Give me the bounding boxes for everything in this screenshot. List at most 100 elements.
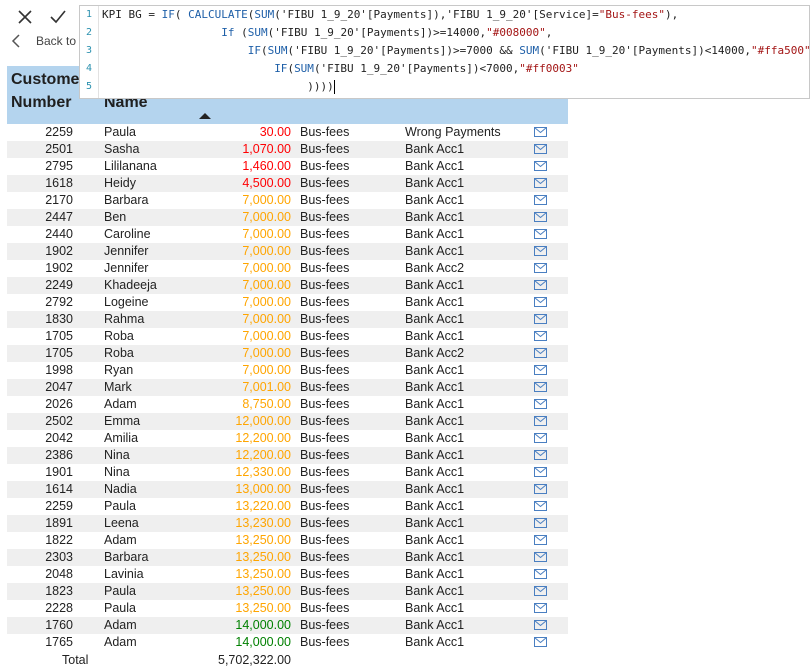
mail-icon[interactable] <box>534 280 547 290</box>
mail-icon[interactable] <box>534 586 547 596</box>
mail-icon[interactable] <box>534 603 547 613</box>
mail-icon[interactable] <box>534 297 547 307</box>
table-row[interactable]: 2259 Paula 13,220.00 Bus-fees Bank Acc1 <box>7 498 568 515</box>
table-row[interactable]: 2026 Adam 8,750.00 Bus-fees Bank Acc1 <box>7 396 568 413</box>
table-row[interactable]: 1901 Nina 12,330.00 Bus-fees Bank Acc1 <box>7 464 568 481</box>
payment-cell: 7,000.00 <box>242 346 291 360</box>
name-cell: Adam <box>104 618 137 632</box>
service-cell: Bus-fees <box>300 533 350 547</box>
account-cell: Bank Acc1 <box>405 516 465 530</box>
table-row[interactable]: 1765 Adam 14,000.00 Bus-fees Bank Acc1 <box>7 634 568 651</box>
back-label: Back to <box>36 34 77 48</box>
mail-icon[interactable] <box>534 144 547 154</box>
customer-number-cell: 1614 <box>45 482 73 496</box>
mail-icon[interactable] <box>534 467 547 477</box>
mail-icon[interactable] <box>534 365 547 375</box>
account-cell: Bank Acc2 <box>405 346 465 360</box>
account-cell: Bank Acc1 <box>405 618 465 632</box>
mail-icon[interactable] <box>534 518 547 528</box>
name-cell: Nina <box>104 465 130 479</box>
formula-editor[interactable]: 1 2 3 4 5 KPI BG = IF( CALCULATE(SUM('FI… <box>79 5 810 99</box>
mail-icon[interactable] <box>534 416 547 426</box>
code-line-1: KPI BG = IF( CALCULATE(SUM('FIBU 1_9_20'… <box>102 8 679 21</box>
cancel-formula-button[interactable] <box>12 4 38 30</box>
table-row[interactable]: 2440 Caroline 7,000.00 Bus-fees Bank Acc1 <box>7 226 568 243</box>
mail-icon[interactable] <box>534 552 547 562</box>
mail-icon[interactable] <box>534 178 547 188</box>
name-cell: Roba <box>104 329 134 343</box>
formula-code[interactable]: KPI BG = IF( CALCULATE(SUM('FIBU 1_9_20'… <box>102 6 810 96</box>
service-cell: Bus-fees <box>300 125 350 139</box>
account-cell: Bank Acc1 <box>405 159 465 173</box>
mail-icon[interactable] <box>534 246 547 256</box>
payment-cell: 7,000.00 <box>242 193 291 207</box>
mail-icon[interactable] <box>534 348 547 358</box>
table-row[interactable]: 1823 Paula 13,250.00 Bus-fees Bank Acc1 <box>7 583 568 600</box>
commit-formula-button[interactable] <box>45 4 71 30</box>
payment-cell: 13,230.00 <box>235 516 291 530</box>
table-row[interactable]: 2042 Amilia 12,200.00 Bus-fees Bank Acc1 <box>7 430 568 447</box>
name-cell: Heidy <box>104 176 136 190</box>
mail-icon[interactable] <box>534 399 547 409</box>
mail-icon[interactable] <box>534 535 547 545</box>
payment-cell: 12,330.00 <box>235 465 291 479</box>
mail-icon[interactable] <box>534 331 547 341</box>
account-cell: Bank Acc1 <box>405 601 465 615</box>
table-row[interactable]: 2170 Barbara 7,000.00 Bus-fees Bank Acc1 <box>7 192 568 209</box>
account-cell: Bank Acc1 <box>405 584 465 598</box>
mail-icon[interactable] <box>534 484 547 494</box>
table-row[interactable]: 2228 Paula 13,250.00 Bus-fees Bank Acc1 <box>7 600 568 617</box>
name-cell: Nadia <box>104 482 137 496</box>
table-row[interactable]: 1902 Jennifer 7,000.00 Bus-fees Bank Acc1 <box>7 243 568 260</box>
mail-icon[interactable] <box>534 637 547 647</box>
payment-cell: 13,220.00 <box>235 499 291 513</box>
code-line-4: IF(SUM('FIBU 1_9_20'[Payments])<7000,"#f… <box>274 62 579 75</box>
table-row[interactable]: 1830 Rahma 7,000.00 Bus-fees Bank Acc1 <box>7 311 568 328</box>
customer-number-cell: 1705 <box>45 346 73 360</box>
mail-icon[interactable] <box>534 212 547 222</box>
name-cell: Paula <box>104 499 136 513</box>
service-cell: Bus-fees <box>300 380 350 394</box>
payment-cell: 1,460.00 <box>242 159 291 173</box>
table-row[interactable]: 1614 Nadia 13,000.00 Bus-fees Bank Acc1 <box>7 481 568 498</box>
mail-icon[interactable] <box>534 433 547 443</box>
mail-icon[interactable] <box>534 263 547 273</box>
mail-icon[interactable] <box>534 501 547 511</box>
mail-icon[interactable] <box>534 569 547 579</box>
mail-icon[interactable] <box>534 314 547 324</box>
table-row[interactable]: 2447 Ben 7,000.00 Bus-fees Bank Acc1 <box>7 209 568 226</box>
table-row[interactable]: 1998 Ryan 7,000.00 Bus-fees Bank Acc1 <box>7 362 568 379</box>
table-row[interactable]: 1760 Adam 14,000.00 Bus-fees Bank Acc1 <box>7 617 568 634</box>
table-row[interactable]: 1618 Heidy 4,500.00 Bus-fees Bank Acc1 <box>7 175 568 192</box>
table-row[interactable]: 2259 Paula 30.00 Bus-fees Wrong Payments <box>7 124 568 141</box>
table-row[interactable]: 1705 Roba 7,000.00 Bus-fees Bank Acc1 <box>7 328 568 345</box>
customer-number-cell: 1998 <box>45 363 73 377</box>
table-row[interactable]: 1705 Roba 7,000.00 Bus-fees Bank Acc2 <box>7 345 568 362</box>
mail-icon[interactable] <box>534 127 547 137</box>
table-row[interactable]: 2303 Barbara 13,250.00 Bus-fees Bank Acc1 <box>7 549 568 566</box>
table-row[interactable]: 2048 Lavinia 13,250.00 Bus-fees Bank Acc1 <box>7 566 568 583</box>
table-row[interactable]: 2386 Nina 12,200.00 Bus-fees Bank Acc1 <box>7 447 568 464</box>
mail-icon[interactable] <box>534 229 547 239</box>
mail-icon[interactable] <box>534 450 547 460</box>
table-row[interactable]: 2502 Emma 12,000.00 Bus-fees Bank Acc1 <box>7 413 568 430</box>
service-cell: Bus-fees <box>300 550 350 564</box>
payment-cell: 14,000.00 <box>235 618 291 632</box>
table-row[interactable]: 1902 Jennifer 7,000.00 Bus-fees Bank Acc2 <box>7 260 568 277</box>
mail-icon[interactable] <box>534 382 547 392</box>
mail-icon[interactable] <box>534 620 547 630</box>
back-to-report-link[interactable]: Back to <box>10 30 76 52</box>
name-cell: Roba <box>104 346 134 360</box>
table-row[interactable]: 2047 Mark 7,001.00 Bus-fees Bank Acc1 <box>7 379 568 396</box>
name-cell: Emma <box>104 414 141 428</box>
column-header-customer-number[interactable]: Custome Number <box>11 68 85 114</box>
mail-icon[interactable] <box>534 195 547 205</box>
table-row[interactable]: 2501 Sasha 1,070.00 Bus-fees Bank Acc1 <box>7 141 568 158</box>
table-row[interactable]: 2795 Lililanana 1,460.00 Bus-fees Bank Acc1 <box>7 158 568 175</box>
table-row[interactable]: 1891 Leena 13,230.00 Bus-fees Bank Acc1 <box>7 515 568 532</box>
mail-icon[interactable] <box>534 161 547 171</box>
service-cell: Bus-fees <box>300 244 350 258</box>
table-row[interactable]: 1822 Adam 13,250.00 Bus-fees Bank Acc1 <box>7 532 568 549</box>
table-row[interactable]: 2249 Khadeeja 7,000.00 Bus-fees Bank Acc1 <box>7 277 568 294</box>
table-row[interactable]: 2792 Logeine 7,000.00 Bus-fees Bank Acc1 <box>7 294 568 311</box>
